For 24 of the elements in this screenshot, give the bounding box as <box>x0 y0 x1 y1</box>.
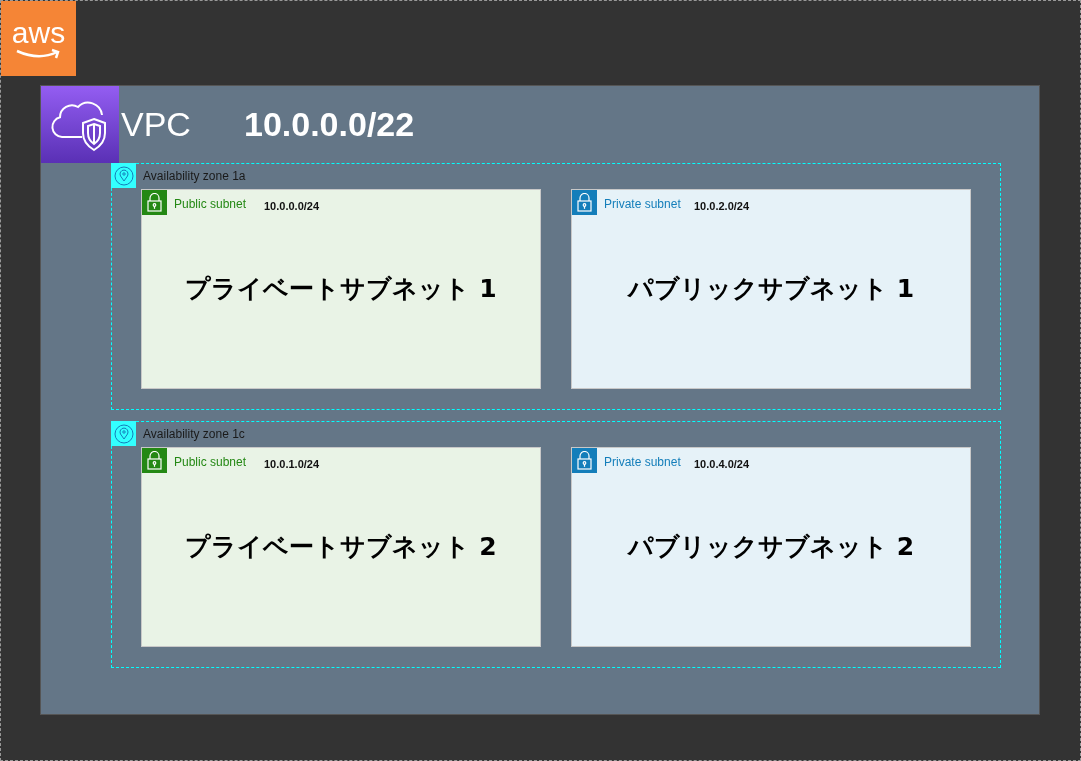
aws-logo: aws <box>1 1 76 76</box>
subnet-name: プライベートサブネット 1 <box>185 273 497 306</box>
subnet-cidr: 10.0.2.0/24 <box>694 199 750 214</box>
lock-icon <box>572 448 597 473</box>
zone-label: Availability zone 1a <box>143 168 246 185</box>
subnet-cidr: 10.0.4.0/24 <box>694 457 750 472</box>
location-pin-icon <box>111 421 136 446</box>
subnet-name: プライベートサブネット 2 <box>185 531 497 564</box>
location-pin-icon <box>111 163 136 188</box>
subnet-cidr: 10.0.1.0/24 <box>264 457 320 472</box>
subnet-type-label: Public subnet <box>174 196 248 213</box>
subnet-name: パブリックサブネット 1 <box>627 273 915 306</box>
zone-label: Availability zone 1c <box>143 426 245 443</box>
vpc-cloud-shield-icon <box>41 86 119 163</box>
lock-icon <box>142 448 167 473</box>
vpc-label: VPC <box>121 104 192 145</box>
subnet-type-label: Private subnet <box>604 454 682 471</box>
subnet-type-label: Private subnet <box>604 196 682 213</box>
subnet-cidr: 10.0.0.0/24 <box>264 199 320 214</box>
vpc-cidr: 10.0.0.0/22 <box>244 104 415 145</box>
subnet-type-label: Public subnet <box>174 454 248 471</box>
lock-icon <box>142 190 167 215</box>
lock-icon <box>572 190 597 215</box>
subnet-name: パブリックサブネット 2 <box>627 531 915 564</box>
